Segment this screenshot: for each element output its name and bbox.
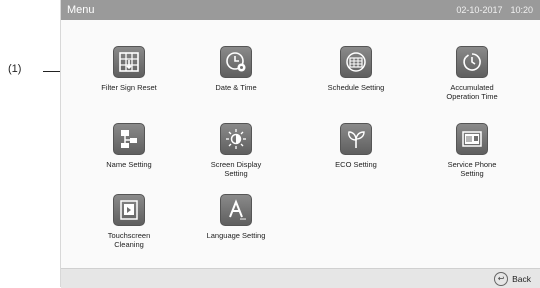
back-button[interactable]: ↩ Back <box>494 272 531 286</box>
menu-item-label: Language Setting <box>206 231 266 240</box>
menu-item-label: Accumulated Operation Time <box>446 83 498 101</box>
sun-icon <box>220 123 252 155</box>
menu-item-label: Service Phone Setting <box>447 160 497 178</box>
callout-label: (1) <box>8 63 22 75</box>
menu-item-label: Name Setting <box>106 160 152 169</box>
letter-a-icon <box>220 194 252 226</box>
hierarchy-icon <box>113 123 145 155</box>
leaf-icon <box>340 123 372 155</box>
menu-grid: Filter Sign Reset Date & Time Schedule S… <box>61 0 540 268</box>
menu-item-service-phone-setting[interactable]: Service Phone Setting <box>417 123 527 178</box>
back-arrow-icon: ↩ <box>494 272 509 286</box>
menu-item-filter-sign-reset[interactable]: Filter Sign Reset <box>74 46 184 92</box>
back-label: Back <box>512 274 531 284</box>
menu-item-touchscreen-cleaning[interactable]: Touchscreen Cleaning <box>74 194 184 249</box>
timer-icon <box>456 46 488 78</box>
menu-item-label: Filter Sign Reset <box>101 83 157 92</box>
bottom-bar: ↩ Back <box>61 268 540 288</box>
menu-item-label: ECO Setting <box>335 160 377 169</box>
menu-item-screen-display-setting[interactable]: Screen Display Setting <box>181 123 291 178</box>
menu-item-language-setting[interactable]: Language Setting <box>181 194 291 240</box>
menu-item-date-time[interactable]: Date & Time <box>181 46 291 92</box>
touchscreen-panel: Menu 02-10-2017 10:20 Filter Sign Reset D… <box>60 0 540 288</box>
menu-item-label: Screen Display Setting <box>210 160 262 178</box>
menu-item-name-setting[interactable]: Name Setting <box>74 123 184 169</box>
menu-item-eco-setting[interactable]: ECO Setting <box>301 123 411 169</box>
clock-gear-icon <box>220 46 252 78</box>
menu-item-accumulated-operation-time[interactable]: Accumulated Operation Time <box>417 46 527 101</box>
touchscreen-icon <box>113 194 145 226</box>
menu-item-label: Touchscreen Cleaning <box>107 231 151 249</box>
menu-item-schedule-setting[interactable]: Schedule Setting <box>301 46 411 92</box>
contact-card-icon <box>456 123 488 155</box>
menu-item-label: Schedule Setting <box>327 83 385 92</box>
menu-item-label: Date & Time <box>215 83 257 92</box>
calendar-icon <box>340 46 372 78</box>
filter-grid-icon <box>113 46 145 78</box>
